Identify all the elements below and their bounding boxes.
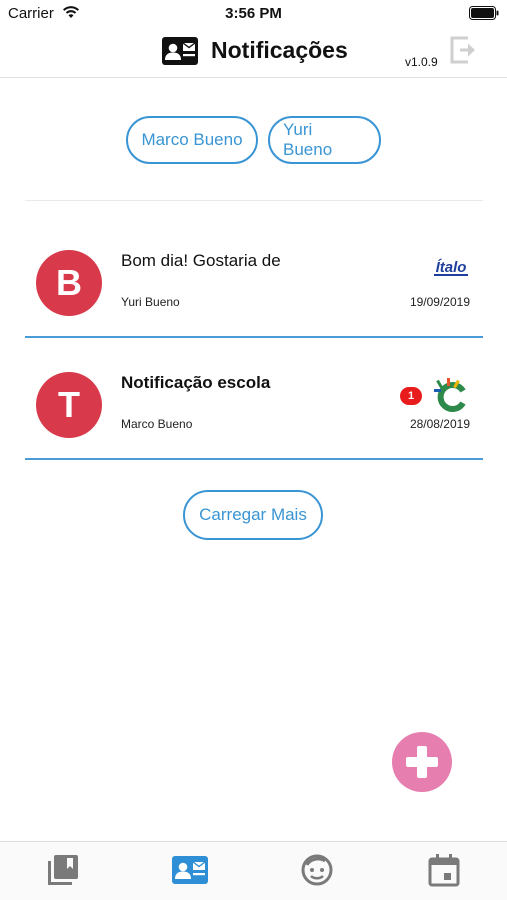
calendar-icon[interactable] <box>426 852 462 888</box>
bottom-tab-bar <box>0 841 507 900</box>
library-icon[interactable] <box>45 852 81 888</box>
avatar: B <box>36 250 102 316</box>
logout-icon[interactable] <box>449 34 479 66</box>
child-face-icon[interactable] <box>299 852 335 888</box>
add-fab-button[interactable] <box>392 732 452 792</box>
notification-title: Bom dia! Gostaria de <box>121 251 281 270</box>
plus-icon <box>406 746 438 778</box>
page-title: Notificações <box>211 37 348 63</box>
notification-date: 28/08/2019 <box>409 417 470 431</box>
notification-card[interactable]: T Notificação escola 1 Marco Bueno 28/08… <box>25 350 483 460</box>
italo-logo: Ítalo <box>434 259 468 276</box>
battery-icon <box>469 6 499 20</box>
svg-text:Ítalo: Ítalo <box>436 259 467 276</box>
notification-sender: Marco Bueno <box>121 417 193 431</box>
student-filter-bar: Marco Bueno Yuri Bueno <box>0 116 507 164</box>
avatar: T <box>36 372 102 438</box>
status-time: 3:56 PM <box>225 5 282 22</box>
contact-mail-icon <box>162 37 198 65</box>
notification-card[interactable]: B Bom dia! Gostaria de Ítalo Yuri Bueno … <box>25 228 483 338</box>
notification-title: Notificação escola <box>121 373 271 392</box>
filter-chip-marco-bueno[interactable]: Marco Bueno <box>126 116 258 164</box>
load-more-button[interactable]: Carregar Mais <box>183 490 323 540</box>
notification-date: 19/09/2019 <box>409 295 470 309</box>
contact-mail-icon[interactable] <box>172 852 208 888</box>
notification-sender: Yuri Bueno <box>121 295 180 309</box>
filter-chip-yuri-bueno[interactable]: Yuri Bueno <box>268 116 381 164</box>
header: Notificações v1.0.9 <box>0 28 507 78</box>
divider <box>25 200 483 201</box>
status-bar: Carrier 3:56 PM <box>0 0 507 28</box>
school-c-logo <box>434 378 466 412</box>
unread-badge: 1 <box>400 387 422 405</box>
version-label: v1.0.9 <box>405 55 438 69</box>
